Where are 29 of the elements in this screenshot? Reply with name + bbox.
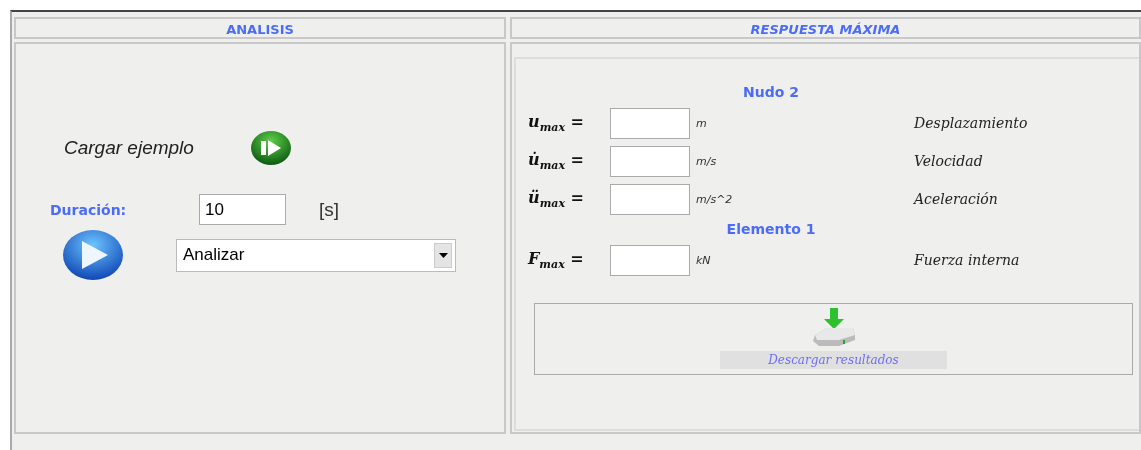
caret-icon	[438, 252, 448, 258]
unit-label: m	[695, 116, 708, 130]
group-title: Elemento 1	[725, 221, 817, 237]
symbol-label: u̇$_{max}$ =	[528, 149, 585, 173]
symbol-label: ü$_{max}$ =	[528, 187, 585, 211]
unit-label: kN	[695, 253, 712, 267]
value-field[interactable]	[610, 183, 690, 215]
unit-label: m/s^2	[695, 192, 734, 206]
description-label: Fuerza interna	[914, 252, 1021, 268]
description-label: Desplazamiento	[914, 115, 1029, 131]
value-field[interactable]	[610, 244, 690, 276]
play-icon[interactable]	[62, 229, 124, 281]
description-label: Velocidad	[914, 153, 984, 169]
load-example-label: Cargar ejemplo	[64, 137, 194, 159]
value-field[interactable]	[610, 107, 690, 139]
description-label: Aceleración	[914, 191, 999, 207]
unit-label: [s]	[319, 198, 340, 221]
symbol-label: u$_{max}$ =	[528, 111, 585, 135]
panel-title: RESPUESTA MÁXIMA	[750, 22, 901, 37]
drive-download-icon[interactable]	[810, 307, 857, 347]
unit-label: m/s	[695, 154, 718, 168]
panel-title: ANALISIS	[226, 22, 294, 37]
group-title: Nudo 2	[742, 84, 800, 100]
duration-label: Duración:	[50, 201, 128, 218]
play-pause-icon[interactable]	[249, 130, 292, 166]
mode-dropdown[interactable]: Analizar	[176, 238, 456, 272]
symbol-label: F$_{max}$ =	[528, 248, 585, 272]
duration-field[interactable]: 10	[199, 194, 286, 225]
value-field[interactable]	[610, 145, 690, 177]
